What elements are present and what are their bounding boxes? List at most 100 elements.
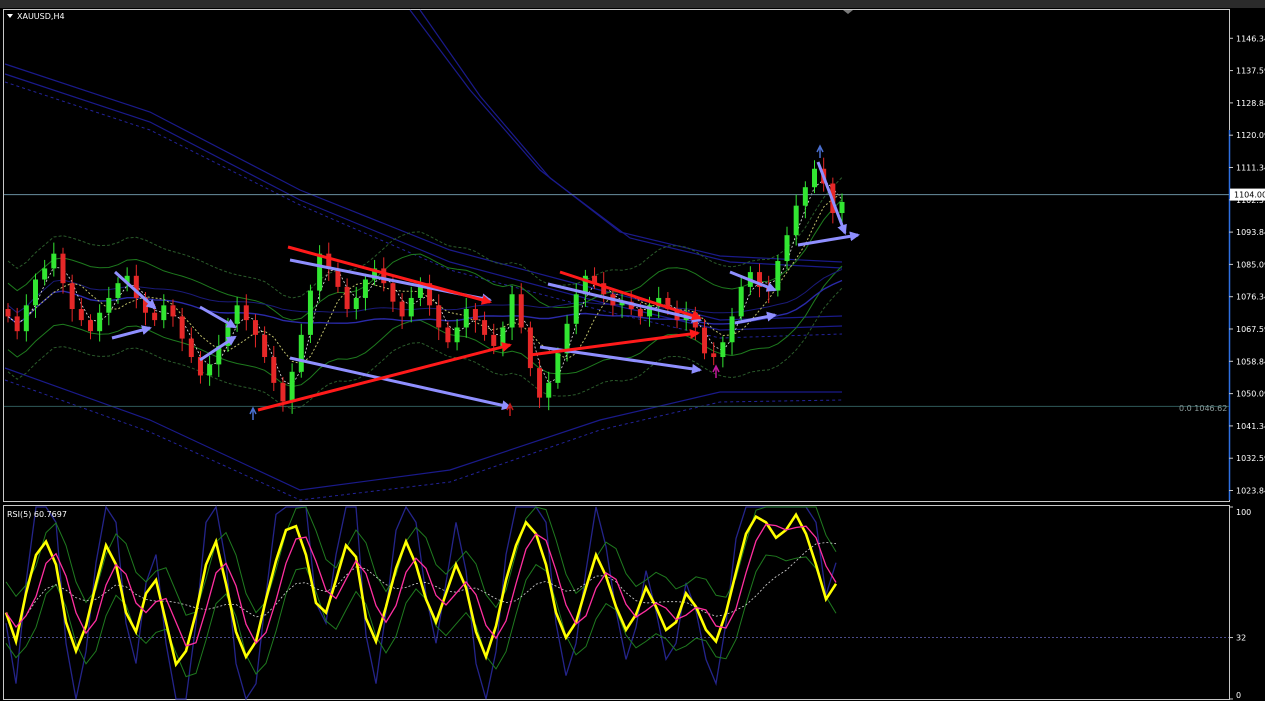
rsi-raw-line	[5, 505, 837, 701]
long-band-dashed	[4, 379, 843, 501]
long-band-line	[409, 9, 843, 263]
candle-bull	[738, 286, 744, 317]
candle-bull	[51, 253, 57, 269]
blue-trend-arrow	[111, 325, 152, 340]
candle-bear	[188, 338, 194, 358]
candle-bear	[152, 312, 158, 321]
candle-bull	[509, 294, 515, 328]
candle-bull	[353, 297, 359, 310]
ma-slow-line	[7, 268, 843, 314]
candle-bear	[711, 353, 717, 358]
price-tick-label: 1058.84	[1236, 357, 1265, 366]
price-tick-label: 1050.09	[1236, 390, 1265, 399]
rsi-panel-frame	[3, 505, 1230, 700]
blue-trend-arrow	[797, 231, 860, 247]
candle-bear	[14, 316, 20, 332]
price-background-layer	[4, 9, 1229, 501]
candle-bull	[97, 312, 103, 332]
rsi-label: RSI(5) 60.7697	[7, 510, 67, 519]
signal-arrow-icon	[249, 406, 257, 420]
candle-bear	[537, 368, 543, 398]
candle-bear	[280, 382, 286, 402]
candle-bull	[317, 253, 323, 291]
envelope-band	[7, 177, 843, 299]
candle-bear	[436, 305, 442, 328]
candle-bear	[518, 294, 524, 328]
candle-bear	[381, 268, 387, 284]
signal-arrow-icon	[712, 364, 720, 378]
candle-bull	[802, 187, 808, 206]
long-band-line	[4, 63, 843, 321]
price-tick-label: 1085.09	[1236, 260, 1265, 269]
price-tick-label: 1041.34	[1236, 422, 1265, 431]
rsi-tick-label: 0	[1236, 691, 1241, 700]
candle-bull	[408, 297, 414, 317]
candle-bear	[637, 309, 643, 317]
blue-trend-arrow	[199, 305, 237, 329]
candle-bull	[307, 290, 313, 335]
chart-canvas[interactable]: 1146.341137.591128.841120.091111.341102.…	[0, 0, 1265, 701]
candle-bull	[784, 235, 790, 262]
price-tick-label: 1128.84	[1236, 99, 1265, 108]
candle-bull	[839, 201, 845, 214]
trendline-annotations	[111, 144, 860, 420]
rsi-tick-label: 100	[1236, 508, 1251, 517]
price-tick-label: 1137.59	[1236, 67, 1265, 76]
price-axis: 1146.341137.591128.841120.091111.341102.…	[1229, 34, 1265, 496]
candle-bull	[207, 364, 213, 376]
candle-bear	[252, 320, 258, 335]
candle-bear	[472, 309, 478, 321]
candle-bull	[463, 309, 469, 328]
candle-bull	[298, 334, 304, 372]
price-tick-label: 1120.09	[1236, 131, 1265, 140]
candle-bull	[23, 305, 29, 332]
long-band-line	[419, 9, 843, 269]
candle-bear	[390, 283, 396, 302]
candle-bull	[42, 268, 48, 280]
candle-bear	[482, 320, 488, 335]
envelope-band	[7, 199, 843, 321]
envelope-band	[7, 287, 843, 410]
price-tick-label: 1067.59	[1236, 325, 1265, 334]
chart-window[interactable]: 1146.341137.591128.841120.091111.341102.…	[0, 0, 1265, 701]
candle-bear	[69, 283, 75, 310]
candle-bull	[234, 305, 240, 324]
long-band-line	[4, 73, 843, 331]
symbol-dropdown-icon[interactable]	[7, 14, 13, 18]
candle-bull	[775, 261, 781, 291]
candle-bear	[87, 320, 93, 332]
rsi-lower-band	[5, 554, 837, 678]
candle-bull	[500, 327, 506, 346]
candle-bear	[5, 309, 11, 317]
price-tick-label: 1093.84	[1236, 228, 1265, 237]
ma-mid-dashed	[7, 192, 843, 365]
candle-bear	[445, 327, 451, 343]
price-tick-label: 1076.34	[1236, 293, 1265, 302]
price-tick-label: 1023.84	[1236, 487, 1265, 496]
ma-fast-dashed	[7, 179, 843, 386]
candle-bear	[344, 286, 350, 310]
candle-bull	[573, 294, 579, 324]
long-band-dashed	[4, 81, 843, 339]
candle-bull	[115, 283, 121, 298]
candle-bull	[546, 382, 552, 398]
price-tick-label: 1032.59	[1236, 454, 1265, 463]
candle-bull	[812, 168, 818, 188]
candle-bull	[793, 205, 799, 236]
candle-bear	[491, 334, 497, 346]
symbol-label: XAUUSD,H4	[17, 12, 65, 21]
candle-bull	[32, 279, 38, 306]
candle-bear	[702, 327, 708, 354]
candle-bull	[161, 305, 167, 321]
candle-bear	[527, 327, 533, 369]
candle-bull	[289, 371, 295, 402]
candle-bear	[399, 301, 405, 317]
blue-trend-arrow	[289, 356, 512, 411]
price-tick-label: 1111.34	[1236, 163, 1265, 172]
candle-bull	[555, 353, 561, 383]
rsi-layer	[4, 505, 1229, 701]
red-trend-arrow	[529, 329, 700, 357]
candle-bear	[170, 305, 176, 317]
rsi-tick-label: 32	[1236, 634, 1246, 643]
candle-bear	[60, 253, 66, 284]
